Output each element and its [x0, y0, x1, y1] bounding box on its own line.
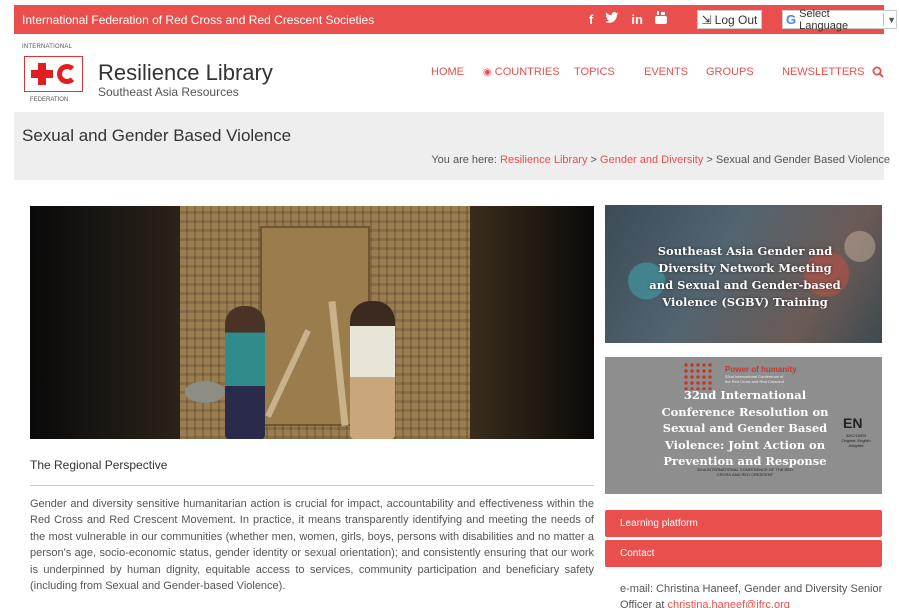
chevron-down-icon: ▼ — [887, 14, 896, 25]
top-bar: International Federation of Red Cross an… — [14, 5, 897, 34]
social-links: f in — [589, 11, 667, 27]
resolution-card[interactable]: Power of humanity 32nd International Con… — [605, 357, 882, 494]
nav-home[interactable]: HOME — [431, 66, 464, 78]
logout-label: Log Out — [714, 12, 758, 27]
sgbv-training-card[interactable]: Southeast Asia Gender and Diversity Netw… — [605, 205, 882, 343]
google-icon: G — [786, 12, 797, 27]
search-icon[interactable] — [872, 66, 884, 78]
site-title[interactable]: Resilience Library — [98, 60, 273, 86]
breadcrumb-current: Sexual and Gender Based Violence — [715, 154, 890, 166]
contact-button[interactable]: Contact — [605, 540, 882, 567]
contact-email-link[interactable]: christina.haneef@ifrc.org — [667, 599, 789, 608]
hero-image — [30, 206, 594, 439]
brand-subtext: 32nd International Conference of the Red… — [725, 374, 784, 384]
image-person-left — [225, 306, 265, 439]
red-crescent-icon — [56, 64, 77, 84]
image-basin — [185, 381, 225, 403]
image-shadow-right — [470, 206, 594, 439]
card-title: Southeast Asia Gender and Diversity Netw… — [649, 244, 841, 309]
brand-text: Power of humanity — [725, 365, 797, 374]
breadcrumb-gender-diversity[interactable]: Gender and Diversity — [600, 154, 703, 166]
linkedin-icon[interactable]: in — [631, 12, 643, 27]
nav-newsletters[interactable]: NEWSLETTERS — [782, 66, 865, 78]
logo-bottom-text: FEDERATION — [30, 97, 69, 103]
power-of-humanity-logo-icon — [683, 362, 713, 390]
page-header-band: Sexual and Gender Based Violence You are… — [14, 112, 890, 180]
org-name[interactable]: International Federation of Red Cross an… — [22, 13, 374, 27]
nav-countries[interactable]: ◉ COUNTRIES — [483, 66, 560, 78]
card-title: 32nd International Conference Resolution… — [661, 388, 829, 468]
logo-top-text: INTERNATIONAL — [22, 44, 73, 50]
learning-platform-button[interactable]: Learning platform — [605, 510, 882, 537]
page-title: Sexual and Gender Based Violence — [22, 126, 292, 145]
language-code: EN — [843, 415, 863, 431]
contact-info: e-mail: Christina Haneef, Gender and Div… — [620, 581, 890, 608]
nav-topics[interactable]: TOPICS — [574, 66, 615, 78]
red-cross-icon — [30, 63, 53, 85]
language-select[interactable]: G Select Language ▼ — [782, 7, 897, 32]
divider — [883, 13, 885, 26]
article-body: Gender and diversity sensitive humanitar… — [30, 498, 594, 593]
facebook-icon[interactable]: f — [589, 12, 593, 27]
document-code: 32IC/15/R3 Original: English Adopted — [841, 433, 871, 448]
ifrc-logo[interactable] — [24, 56, 83, 92]
image-person-right — [350, 301, 395, 439]
divider — [30, 485, 594, 486]
breadcrumb-resilience-library[interactable]: Resilience Library — [500, 154, 587, 166]
logout-icon: ⇲ — [701, 12, 712, 27]
map-pin-icon: ◉ — [483, 67, 492, 78]
section-title: The Regional Perspective — [30, 458, 168, 472]
breadcrumb-prefix: You are here: — [431, 154, 497, 166]
conference-subtext: 32nd INTERNATIONAL CONFERENCE OF THE RED… — [697, 467, 793, 477]
language-label: Select Language — [799, 7, 849, 32]
site-subtitle: Southeast Asia Resources — [98, 85, 239, 99]
nav-groups[interactable]: GROUPS — [706, 66, 754, 78]
image-shadow-left — [30, 206, 180, 439]
breadcrumb: You are here: Resilience Library > Gende… — [431, 154, 890, 166]
nav-countries-label: COUNTRIES — [494, 66, 560, 78]
youtube-icon[interactable] — [654, 11, 667, 27]
nav-events[interactable]: EVENTS — [644, 66, 688, 78]
twitter-icon[interactable] — [605, 11, 619, 27]
logout-button[interactable]: ⇲ Log Out — [697, 10, 762, 29]
